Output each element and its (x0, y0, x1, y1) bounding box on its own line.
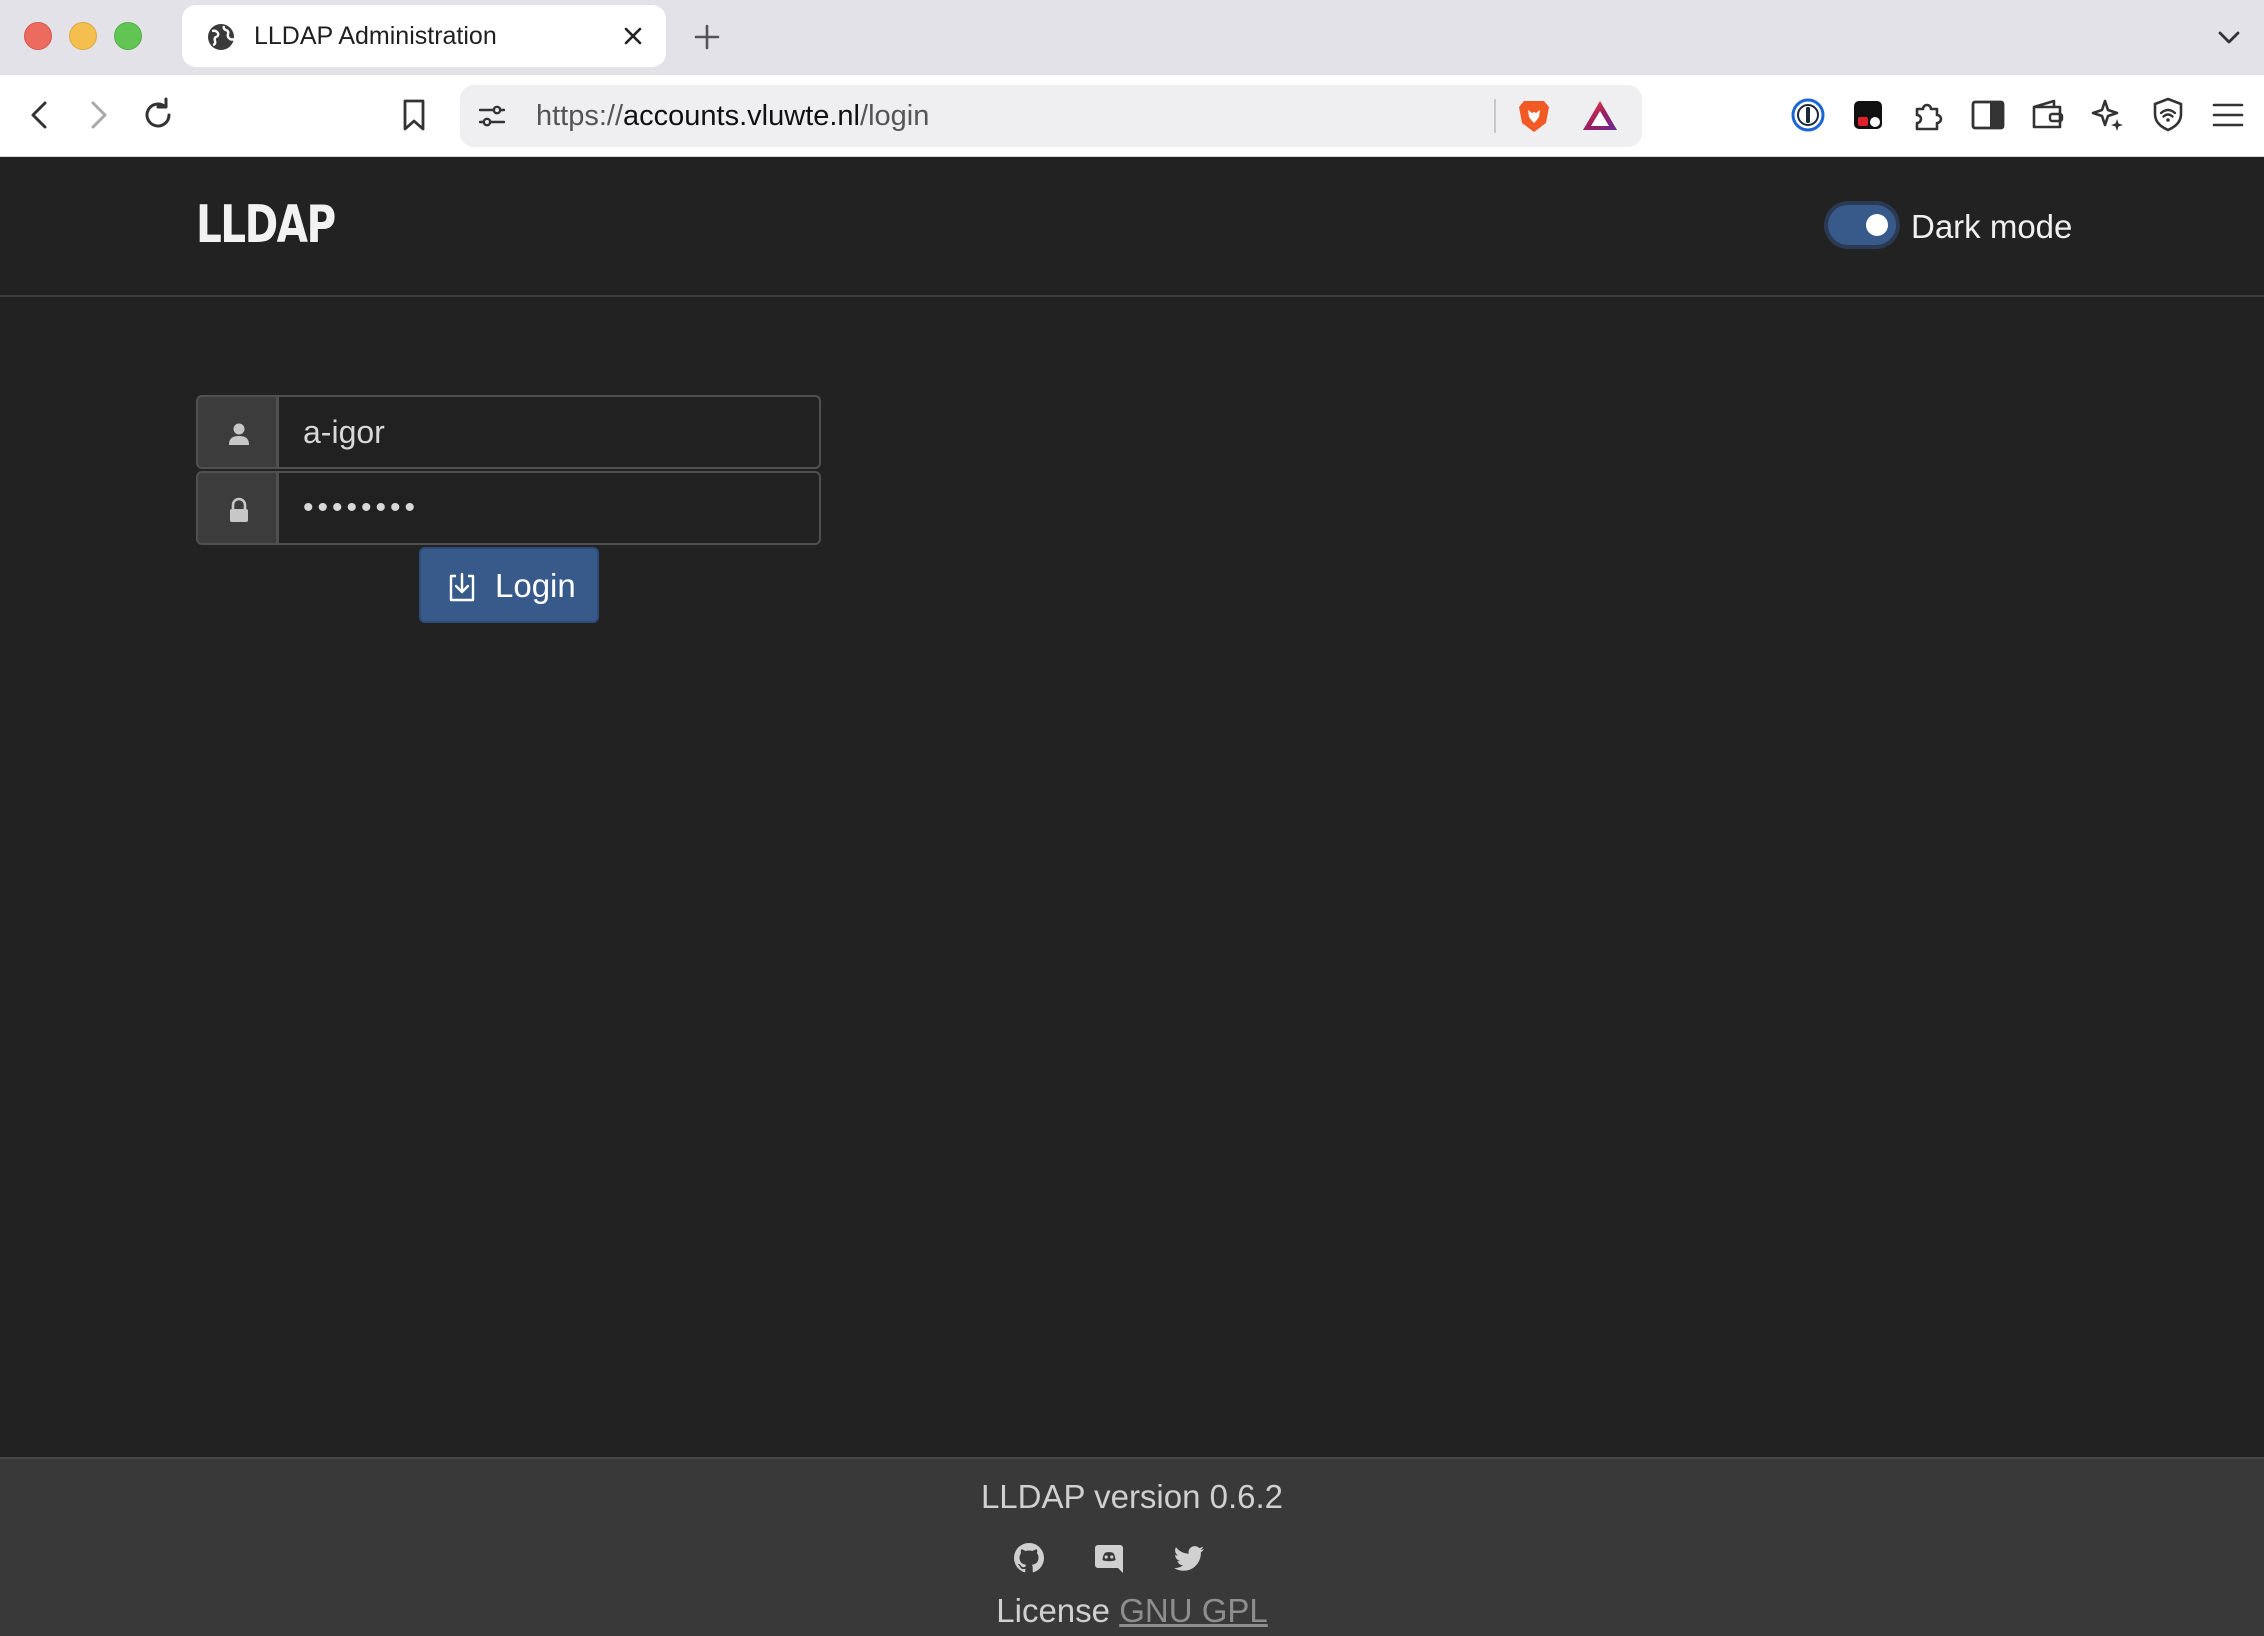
login-button-label: Login (495, 567, 576, 604)
password-input[interactable]: •••••••• (277, 471, 821, 545)
username-addon (196, 395, 278, 469)
user-icon (229, 423, 249, 445)
window-minimize-button[interactable] (69, 22, 97, 50)
tab-title: LLDAP Administration (254, 22, 497, 50)
window-close-button[interactable] (24, 22, 52, 50)
dark-mode-label[interactable]: Dark mode (1911, 207, 2072, 247)
app-logo[interactable]: LLDAP (196, 195, 336, 255)
chevron-down-icon[interactable] (2212, 20, 2246, 54)
username-input-group (196, 395, 821, 469)
plus-icon[interactable] (690, 20, 724, 54)
lock-icon (230, 497, 248, 522)
address-bar[interactable]: https://accounts.vluwte.nl/login (460, 85, 1642, 147)
leo-ai-icon[interactable] (2088, 95, 2128, 135)
reload-icon[interactable] (138, 95, 178, 135)
globe-icon (208, 24, 235, 50)
page-content: LLDAP Dark mode •••••••• Login (0, 157, 2264, 1636)
discord-icon[interactable] (1092, 1541, 1126, 1575)
url-text[interactable]: https://accounts.vluwte.nl/login (536, 100, 929, 132)
password-addon (196, 471, 278, 545)
browser-tab-active[interactable]: LLDAP Administration (182, 5, 666, 67)
close-icon[interactable] (618, 21, 648, 51)
wallet-icon[interactable] (2028, 95, 2068, 135)
social-links (1010, 1541, 1210, 1581)
app-header: LLDAP Dark mode (0, 157, 2264, 297)
menu-icon[interactable] (2208, 95, 2248, 135)
github-icon[interactable] (1012, 1541, 1046, 1575)
puzzle-icon[interactable] (1908, 95, 1948, 135)
username-input[interactable] (277, 395, 821, 469)
extension-icon[interactable] (1848, 95, 1888, 135)
vpn-shield-icon[interactable] (2148, 95, 2188, 135)
window-maximize-button[interactable] (114, 22, 142, 50)
bookmark-icon[interactable] (394, 95, 434, 135)
tune-icon[interactable] (476, 100, 508, 132)
license-text: License GNU GPL (0, 1591, 2264, 1631)
app-footer: LLDAP version 0.6.2 License GNU GPL (0, 1457, 2264, 1636)
license-prefix: License (996, 1592, 1120, 1629)
version-text: LLDAP version 0.6.2 (980, 1478, 1284, 1515)
rewards-triangle-icon[interactable] (1580, 98, 1620, 134)
forward-arrow-icon[interactable] (78, 95, 118, 135)
sidebar-icon[interactable] (1968, 95, 2008, 135)
login-button[interactable]: Login (419, 547, 599, 623)
url-path: /login (860, 100, 930, 132)
password-manager-icon[interactable] (1788, 95, 1828, 135)
url-protocol: https:// (536, 100, 624, 132)
address-bar-divider (1494, 99, 1496, 133)
password-input-group: •••••••• (196, 471, 821, 545)
license-link[interactable]: GNU GPL (1119, 1592, 1268, 1629)
dark-mode-toggle[interactable] (1828, 205, 1896, 245)
browser-toolbar: https://accounts.vluwte.nl/login (0, 75, 2264, 157)
box-arrow-in-down-icon (449, 572, 475, 602)
twitter-icon[interactable] (1172, 1541, 1206, 1575)
browser-tab-strip: LLDAP Administration (0, 0, 2264, 75)
url-host: accounts.vluwte.nl (623, 100, 861, 132)
back-arrow-icon[interactable] (20, 95, 60, 135)
dark-mode-toggle-knob (1866, 214, 1888, 236)
brave-lion-icon[interactable] (1516, 97, 1552, 135)
